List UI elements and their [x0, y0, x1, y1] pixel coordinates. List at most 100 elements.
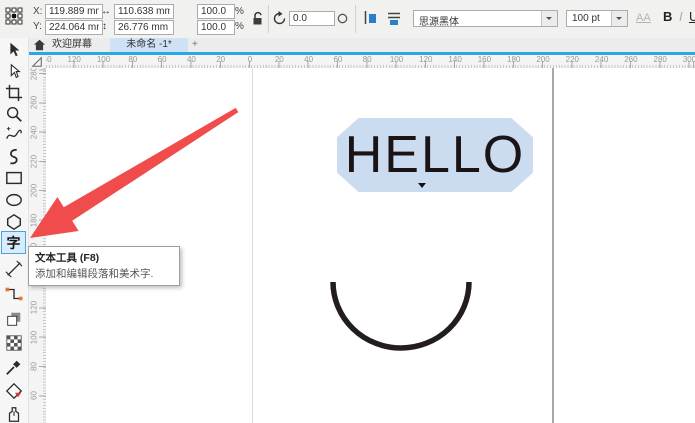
freehand-tool-icon	[5, 126, 23, 144]
new-tab-button[interactable]: +	[192, 38, 198, 52]
home-icon[interactable]	[33, 39, 46, 51]
polygon-tool-icon	[5, 213, 23, 231]
hruler-label: 100	[97, 55, 110, 64]
document-tab-bar: 欢迎屏幕 未命名 -1* +	[28, 38, 695, 52]
hruler-label: 140	[46, 55, 52, 64]
vruler-label: 60	[30, 387, 39, 405]
drop-shadow-tool[interactable]	[2, 308, 25, 329]
underline-button[interactable]: U	[689, 9, 695, 24]
y-position-input[interactable]	[45, 20, 103, 35]
zoom-tool[interactable]	[2, 103, 25, 124]
hruler-label: 120	[419, 55, 432, 64]
hruler-label: 40	[304, 55, 313, 64]
hruler-label: 200	[536, 55, 549, 64]
vruler-label: 120	[30, 299, 39, 317]
pick-tool[interactable]	[2, 39, 25, 60]
hruler-label: 40	[187, 55, 196, 64]
tab-document[interactable]: 未命名 -1*	[110, 38, 188, 52]
vruler-label: 280	[30, 68, 39, 83]
transparency-tool[interactable]	[2, 332, 25, 353]
ruler-origin-icon	[31, 56, 43, 68]
ellipse-tool-icon	[5, 191, 23, 209]
connector-tool[interactable]	[2, 283, 25, 304]
scale-horizontal-input[interactable]	[197, 4, 235, 19]
hruler-label: 60	[333, 55, 342, 64]
hruler-label: 100	[390, 55, 403, 64]
zoom-tool-icon	[5, 105, 23, 123]
lock-ratio-icon[interactable]	[249, 10, 266, 27]
hruler-label: 300	[683, 55, 695, 64]
vruler-label: 180	[30, 211, 39, 229]
crop-tool-icon	[5, 84, 23, 102]
vruler-label: 220	[30, 152, 39, 170]
connector-tool-icon	[5, 285, 23, 303]
parallel-dimension-tool[interactable]	[2, 258, 25, 279]
separator	[355, 5, 356, 33]
ellipse-tool[interactable]	[2, 189, 25, 210]
hruler-label: 140	[448, 55, 461, 64]
ruler-origin-button[interactable]	[28, 55, 46, 68]
y-label: Y:	[33, 21, 42, 32]
hruler-label: 220	[566, 55, 579, 64]
chevron-down-icon[interactable]	[611, 11, 627, 26]
artistic-media-tool-icon	[5, 148, 23, 166]
color-eyedropper-tool[interactable]	[2, 356, 25, 377]
object-origin-grid-icon[interactable]	[5, 7, 23, 25]
color-eyedropper-tool-icon	[5, 358, 23, 376]
hruler-label: 180	[507, 55, 520, 64]
object-height-input[interactable]	[114, 20, 174, 35]
hruler-label: 80	[128, 55, 137, 64]
freehand-tool[interactable]	[2, 124, 25, 145]
rotation-angle-input[interactable]	[289, 11, 335, 26]
rectangle-tool[interactable]	[2, 167, 25, 188]
text-tool[interactable]: 字	[1, 231, 26, 254]
artistic-media-tool[interactable]	[2, 146, 25, 167]
rotation-icon	[272, 11, 287, 26]
font-size-value: 100 pt	[572, 13, 600, 24]
separator	[268, 5, 269, 33]
smile-arc-path[interactable]	[333, 282, 469, 348]
toolbox: 字	[0, 38, 29, 423]
smart-fill-tool[interactable]	[2, 404, 25, 423]
hruler-label: 80	[363, 55, 372, 64]
chevron-down-icon[interactable]	[541, 11, 557, 26]
hruler-label: 20	[216, 55, 225, 64]
percent-label: %	[235, 6, 244, 17]
scale-vertical-input[interactable]	[197, 20, 235, 35]
vruler-label: 200	[30, 182, 39, 200]
text-tool-icon: 字	[7, 236, 21, 250]
tab-welcome-screen[interactable]: 欢迎屏幕	[52, 38, 92, 52]
polygon-tool[interactable]	[2, 211, 25, 232]
app-window: X: Y: ↔ ↕ % %	[0, 0, 695, 423]
tooltip-title: 文本工具 (F8)	[35, 250, 173, 265]
object-width-input[interactable]	[114, 4, 174, 19]
vruler-label: 80	[30, 358, 39, 376]
vruler-label: 100	[30, 328, 39, 346]
interactive-fill-tool[interactable]	[2, 380, 25, 401]
hruler-label: 260	[624, 55, 637, 64]
height-icon: ↕	[102, 21, 107, 32]
font-family-value: 思源黑体	[419, 13, 459, 28]
font-family-select[interactable]: 思源黑体	[413, 10, 558, 27]
vruler-label: 240	[30, 123, 39, 141]
transparency-tool-icon	[5, 334, 23, 352]
text-horizontal-direction-icon[interactable]	[386, 10, 403, 26]
text-vertical-direction-icon[interactable]	[362, 10, 379, 26]
font-size-select[interactable]: 100 pt	[566, 10, 628, 27]
hruler-label: 0	[248, 55, 252, 64]
hruler-label: 120	[68, 55, 81, 64]
vruler-label: 260	[30, 94, 39, 112]
edit-text-button[interactable]: AA	[636, 12, 651, 24]
italic-button[interactable]: I	[679, 9, 683, 24]
ellipse-indicator-icon[interactable]	[337, 13, 348, 24]
width-icon: ↔	[101, 6, 111, 17]
shape-tool[interactable]	[2, 61, 25, 82]
x-position-input[interactable]	[45, 4, 103, 19]
crop-tool[interactable]	[2, 82, 25, 103]
horizontal-ruler[interactable]: 1401201008060402002040608010012014016018…	[46, 55, 695, 68]
pick-tool-icon	[5, 41, 23, 59]
bold-button[interactable]: B	[663, 9, 672, 24]
percent-label: %	[235, 21, 244, 32]
x-label: X:	[33, 6, 42, 17]
tooltip: 文本工具 (F8) 添加和编辑段落和美术字.	[28, 246, 180, 286]
